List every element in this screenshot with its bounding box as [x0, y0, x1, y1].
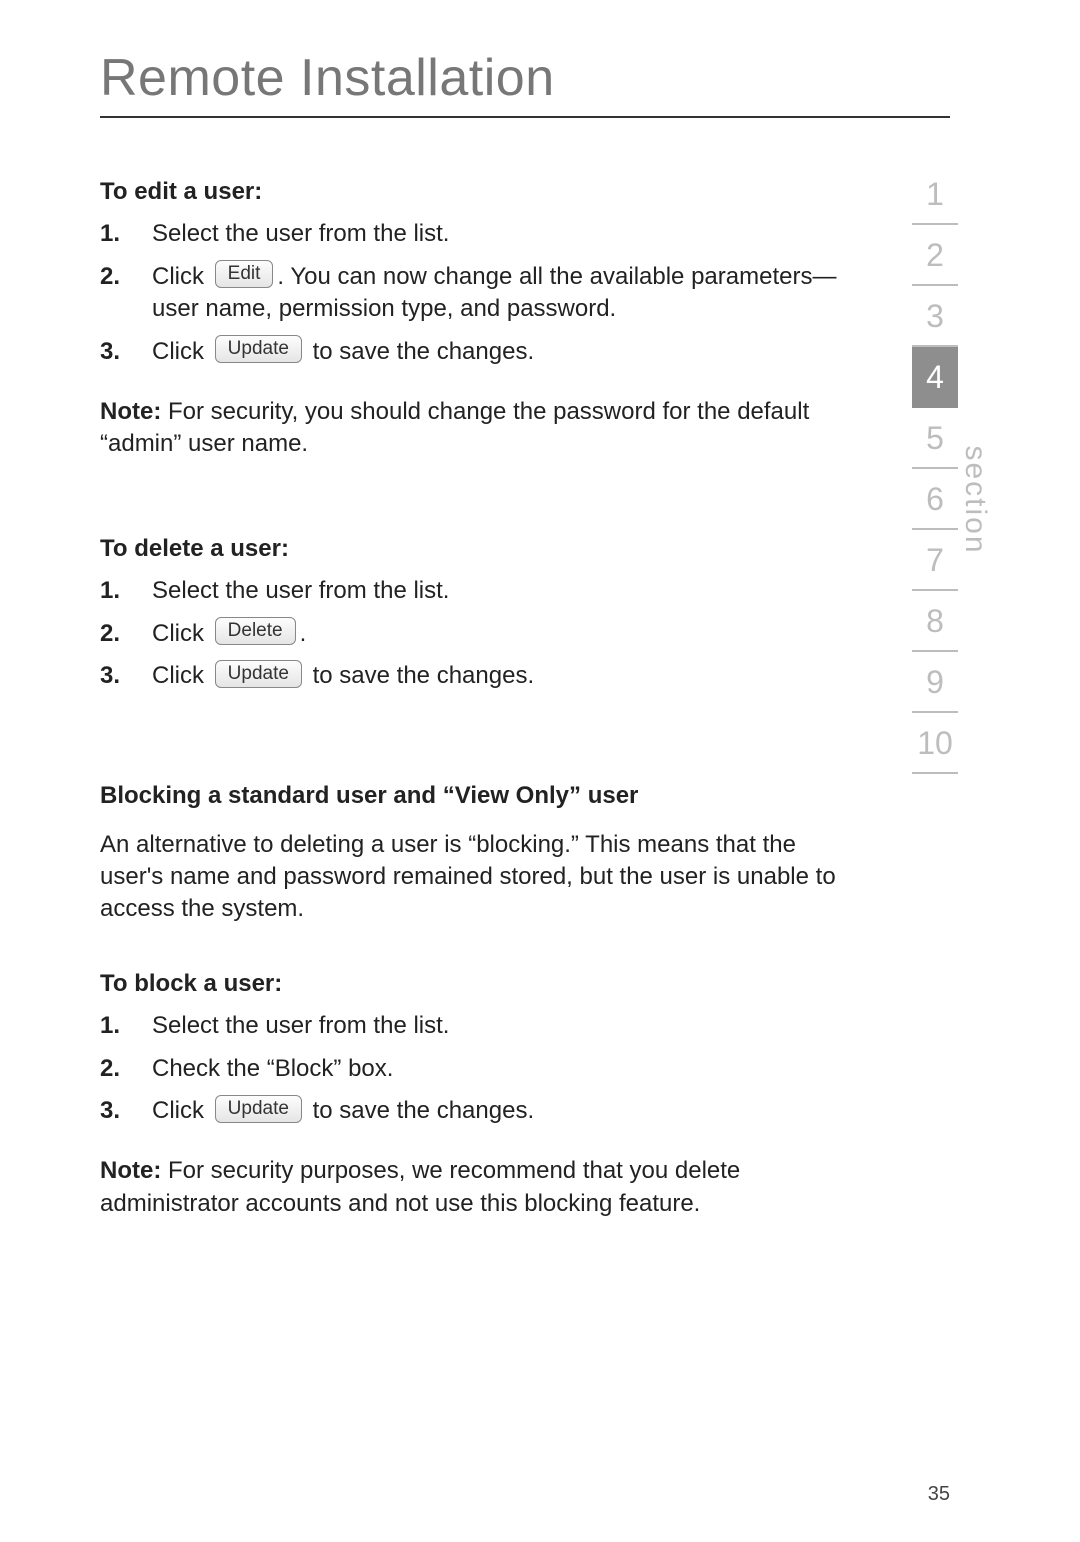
text: Click — [152, 662, 211, 689]
step-text: Select the user from the list. — [152, 575, 860, 607]
list-item: 2. Click Edit. You can now change all th… — [100, 261, 860, 326]
text: Click — [152, 338, 211, 365]
list-item: 2. Check the “Block” box. — [100, 1053, 860, 1085]
list-item: 3. Click Update to save the changes. — [100, 1095, 860, 1127]
section-nav-item-5[interactable]: 5 — [912, 408, 958, 469]
note-edit: Note: For security, you should change th… — [100, 396, 860, 461]
note-label: Note: — [100, 1157, 161, 1184]
step-text: Click Update to save the changes. — [152, 1095, 860, 1127]
list-item: 2. Click Delete. — [100, 618, 860, 650]
section-nav-item-4[interactable]: 4 — [912, 347, 958, 408]
step-text: Click Update to save the changes. — [152, 660, 860, 692]
blocking-para: An alternative to deleting a user is “bl… — [100, 829, 860, 926]
note-text: For security, you should change the pass… — [100, 398, 809, 457]
list-item: 1. Select the user from the list. — [100, 218, 860, 250]
note-text: For security purposes, we recommend that… — [100, 1157, 740, 1216]
step-text: Select the user from the list. — [152, 218, 860, 250]
delete-user-steps: 1. Select the user from the list. 2. Cli… — [100, 575, 860, 692]
list-item: 3. Click Update to save the changes. — [100, 660, 860, 692]
note-label: Note: — [100, 398, 161, 425]
section-nav-item-10[interactable]: 10 — [912, 713, 958, 774]
section-nav: 1 2 3 4 5 6 7 8 9 10 — [904, 164, 966, 774]
edit-button[interactable]: Edit — [215, 260, 274, 288]
page-title: Remote Installation — [100, 48, 950, 108]
section-nav-item-7[interactable]: 7 — [912, 530, 958, 591]
text: to save the changes. — [306, 1097, 534, 1124]
section-nav-item-8[interactable]: 8 — [912, 591, 958, 652]
note-block: Note: For security purposes, we recommen… — [100, 1155, 860, 1220]
step-text: Click Edit. You can now change all the a… — [152, 261, 860, 326]
step-text: Select the user from the list. — [152, 1010, 860, 1042]
heading-delete-user: To delete a user: — [100, 533, 860, 565]
section-nav-item-1[interactable]: 1 — [912, 164, 958, 225]
heading-block-user: To block a user: — [100, 968, 860, 1000]
step-number: 2. — [100, 618, 152, 650]
list-item: 1. Select the user from the list. — [100, 1010, 860, 1042]
page-number: 35 — [928, 1483, 950, 1506]
heading-edit-user: To edit a user: — [100, 176, 860, 208]
step-number: 3. — [100, 336, 152, 368]
step-number: 1. — [100, 1010, 152, 1042]
text: Click — [152, 263, 211, 290]
section-nav-item-3[interactable]: 3 — [912, 286, 958, 347]
section-nav-item-9[interactable]: 9 — [912, 652, 958, 713]
block-user-steps: 1. Select the user from the list. 2. Che… — [100, 1010, 860, 1127]
list-item: 3. Click Update to save the changes. — [100, 336, 860, 368]
content: To edit a user: 1. Select the user from … — [100, 176, 860, 1220]
step-number: 2. — [100, 261, 152, 293]
heading-blocking: Blocking a standard user and “View Only”… — [100, 780, 860, 812]
text: Click — [152, 620, 211, 647]
text: . — [300, 620, 307, 647]
text: Click — [152, 1097, 211, 1124]
list-item: 1. Select the user from the list. — [100, 575, 860, 607]
step-text: Check the “Block” box. — [152, 1053, 860, 1085]
text: to save the changes. — [306, 662, 534, 689]
step-text: Click Update to save the changes. — [152, 336, 860, 368]
update-button[interactable]: Update — [215, 335, 302, 363]
step-number: 1. — [100, 575, 152, 607]
delete-button[interactable]: Delete — [215, 617, 296, 645]
section-nav-item-2[interactable]: 2 — [912, 225, 958, 286]
update-button[interactable]: Update — [215, 660, 302, 688]
step-number: 2. — [100, 1053, 152, 1085]
step-number: 3. — [100, 660, 152, 692]
step-number: 1. — [100, 218, 152, 250]
section-label: section — [958, 445, 992, 554]
section-nav-item-6[interactable]: 6 — [912, 469, 958, 530]
step-text: Click Delete. — [152, 618, 860, 650]
page: Remote Installation To edit a user: 1. S… — [0, 0, 1080, 1542]
step-number: 3. — [100, 1095, 152, 1127]
update-button[interactable]: Update — [215, 1095, 302, 1123]
title-rule — [100, 116, 950, 118]
text: to save the changes. — [306, 338, 534, 365]
edit-user-steps: 1. Select the user from the list. 2. Cli… — [100, 218, 860, 368]
